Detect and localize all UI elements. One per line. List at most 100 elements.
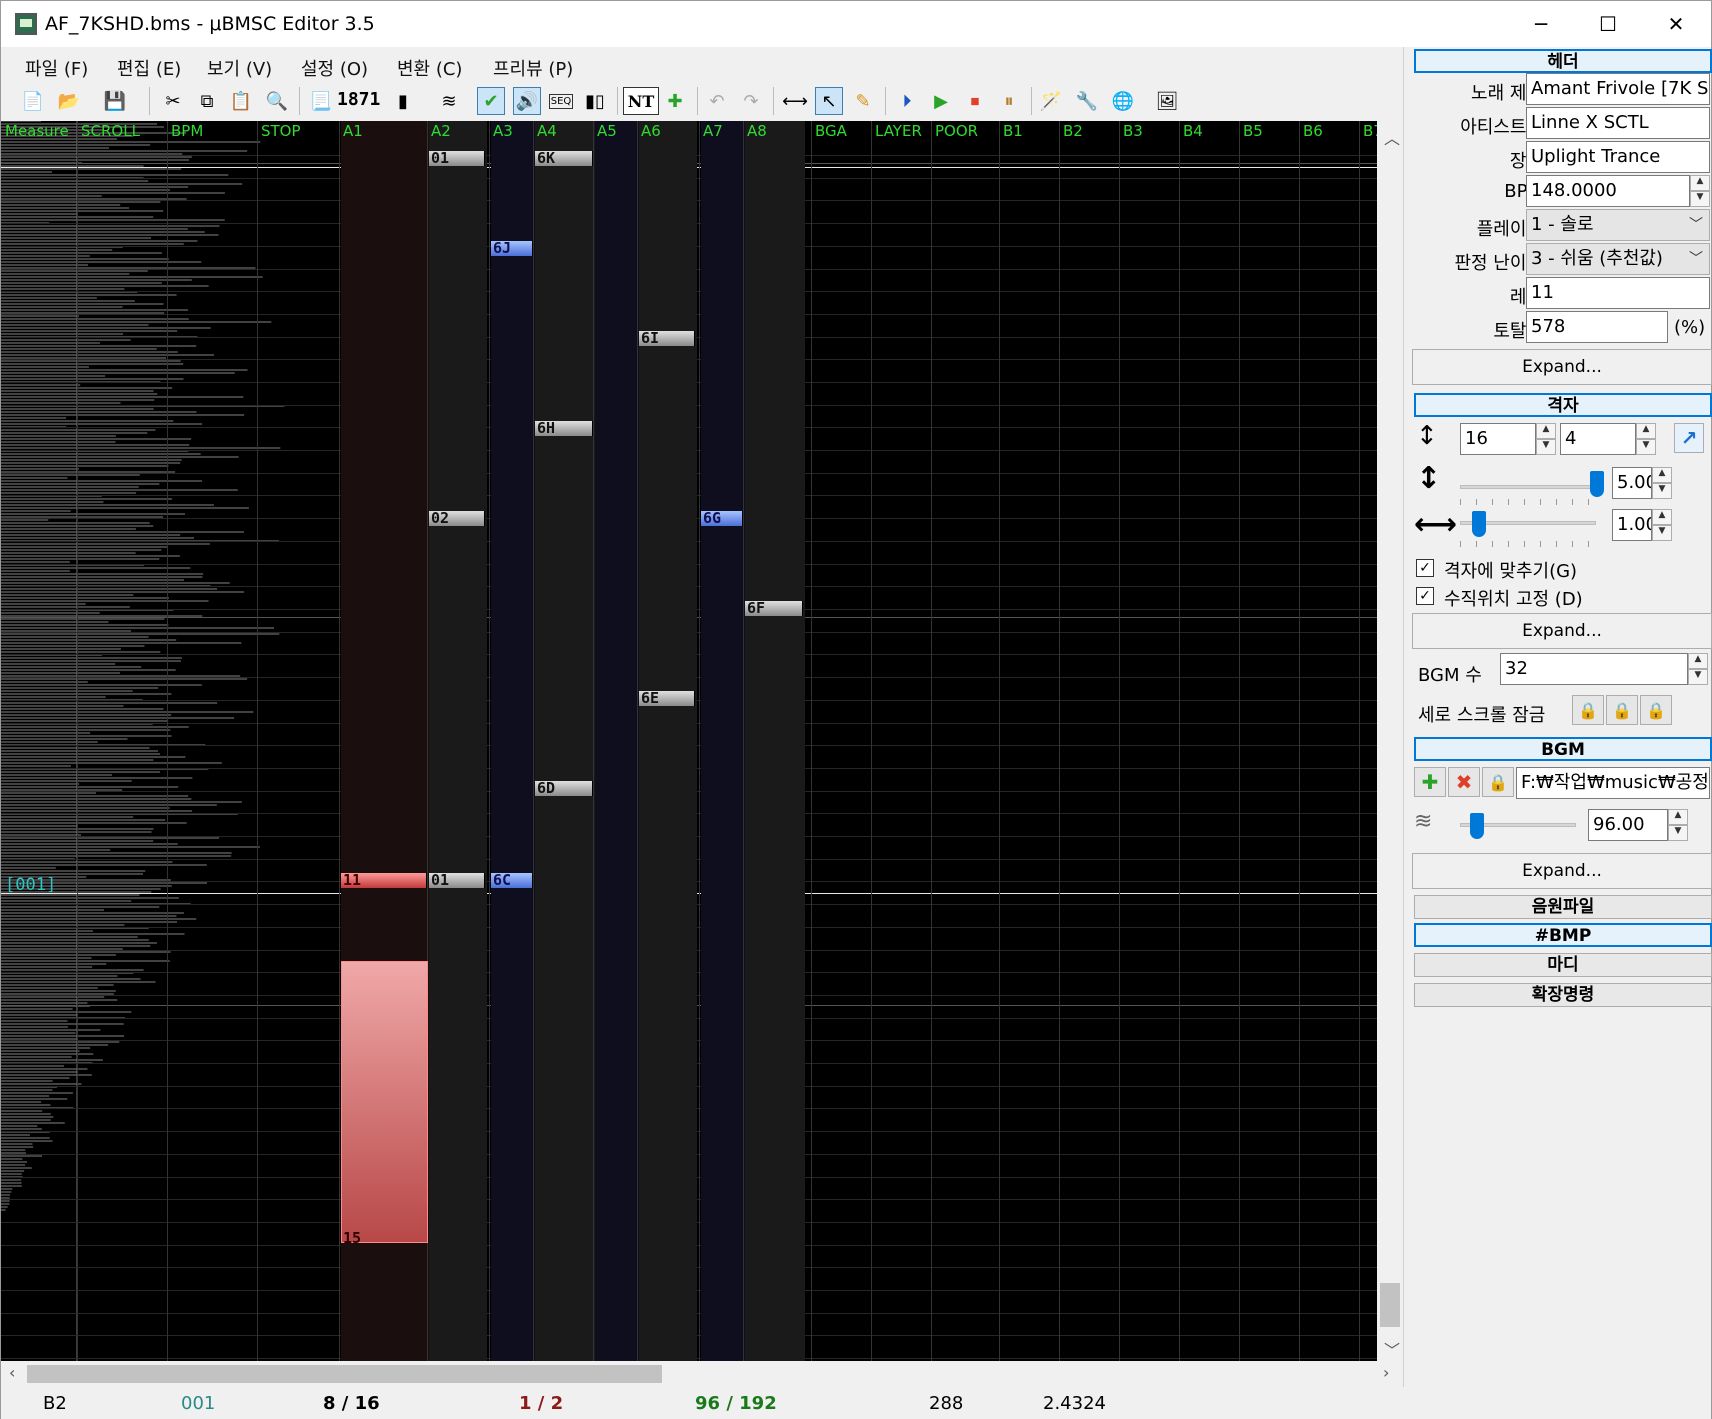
- new-file-icon[interactable]: 📄: [19, 87, 47, 115]
- judge-select[interactable]: 3 - 쉬움 (추천값) ﹀: [1526, 243, 1710, 275]
- copy-icon[interactable]: ⧉: [193, 87, 221, 115]
- menu-edit[interactable]: 편집 (E): [117, 55, 181, 81]
- close-button[interactable]: ✕: [1641, 1, 1711, 47]
- wrench-icon[interactable]: 🔧: [1073, 87, 1101, 115]
- grid-expand-button[interactable]: Expand...: [1412, 613, 1712, 649]
- note-a4[interactable]: 6D: [535, 781, 593, 796]
- scroll-left-icon[interactable]: ‹: [9, 1363, 15, 1382]
- note-a4[interactable]: 6H: [535, 421, 593, 436]
- grid-division-up-icon[interactable]: ▲: [1536, 423, 1556, 439]
- check-icon[interactable]: ✔: [477, 87, 505, 115]
- grid-section-toggle[interactable]: 격자: [1414, 393, 1712, 417]
- redo-icon[interactable]: ↷: [737, 87, 765, 115]
- note-a6[interactable]: 6I: [639, 331, 695, 346]
- nt-toggle-button[interactable]: NT: [623, 87, 659, 115]
- vertical-zoom-thumb[interactable]: [1590, 471, 1604, 497]
- bgm-path-field[interactable]: F:₩작업₩music₩공정: [1516, 767, 1710, 799]
- auto-icon[interactable]: ≋: [435, 87, 463, 115]
- apply-grid-icon[interactable]: ↗: [1674, 423, 1704, 453]
- genre-field[interactable]: Uplight Trance: [1526, 141, 1710, 173]
- stop-icon[interactable]: ⏹: [961, 87, 989, 115]
- column-select-icon[interactable]: ▮: [389, 87, 417, 115]
- play-icon[interactable]: ▶: [927, 87, 955, 115]
- lock-icon[interactable]: 🔒: [1606, 695, 1638, 725]
- note-a3[interactable]: 6J: [491, 241, 533, 256]
- note-a1[interactable]: 11: [341, 873, 427, 888]
- horizontal-zoom-down-icon[interactable]: ▼: [1652, 525, 1672, 541]
- bgm-volume-up-icon[interactable]: ▲: [1668, 809, 1688, 825]
- seq-icon[interactable]: SEQ: [547, 87, 575, 115]
- grid-division-down-icon[interactable]: ▼: [1536, 439, 1556, 455]
- cut-icon[interactable]: ✂: [159, 87, 187, 115]
- bgm-volume-field[interactable]: 96.00: [1588, 809, 1668, 841]
- bpm-spin-down-icon[interactable]: ▼: [1690, 191, 1710, 207]
- preview-settings-icon[interactable]: ⏸: [995, 87, 1023, 115]
- undo-icon[interactable]: ↶: [703, 87, 731, 115]
- page-icon[interactable]: 📃: [307, 87, 335, 115]
- image-icon[interactable]: 🖼: [1153, 87, 1181, 115]
- note-a2[interactable]: 01: [429, 873, 485, 888]
- menu-settings[interactable]: 설정 (O): [301, 55, 368, 81]
- menu-convert[interactable]: 변환 (C): [397, 55, 462, 81]
- grid-subdivision-field[interactable]: 4: [1560, 423, 1636, 455]
- save-icon[interactable]: 💾: [101, 87, 129, 115]
- bpm-field[interactable]: 148.0000: [1526, 175, 1690, 207]
- vertical-scroll-thumb[interactable]: [1380, 1283, 1400, 1327]
- lock-icon[interactable]: 🔒: [1482, 767, 1514, 797]
- note-a8[interactable]: 6F: [745, 601, 803, 616]
- menu-preview[interactable]: 프리뷰 (P): [493, 55, 573, 81]
- select-cursor-icon[interactable]: ↖: [815, 87, 843, 115]
- scroll-right-icon[interactable]: ›: [1383, 1363, 1389, 1382]
- horizontal-zoom-field[interactable]: 1.00: [1612, 509, 1652, 541]
- note-a6[interactable]: 6E: [639, 691, 695, 706]
- bgm-count-up-icon[interactable]: ▲: [1688, 653, 1708, 669]
- note-a3[interactable]: 6C: [491, 873, 533, 888]
- maximize-button[interactable]: ☐: [1573, 1, 1643, 47]
- extension-section-toggle[interactable]: 확장명령: [1414, 983, 1712, 1007]
- lock-icon[interactable]: 🔒: [1640, 695, 1672, 725]
- open-folder-icon[interactable]: 📂: [55, 87, 83, 115]
- play-from-start-icon[interactable]: ⏵: [893, 87, 921, 115]
- player-select[interactable]: 1 - 솔로 ﹀: [1526, 209, 1710, 241]
- vertical-lock-checkbox[interactable]: ✓: [1416, 587, 1434, 605]
- sound-files-section-toggle[interactable]: 음원파일: [1414, 895, 1712, 919]
- delete-icon[interactable]: ✖: [1448, 767, 1480, 797]
- note-a2[interactable]: 02: [429, 511, 485, 526]
- vertical-zoom-down-icon[interactable]: ▼: [1652, 483, 1672, 499]
- note-a2[interactable]: 01: [429, 151, 485, 166]
- menu-file[interactable]: 파일 (F): [25, 55, 88, 81]
- add-icon[interactable]: ✚: [1414, 767, 1446, 797]
- bgm-volume-down-icon[interactable]: ▼: [1668, 825, 1688, 841]
- bgm-count-down-icon[interactable]: ▼: [1688, 669, 1708, 685]
- wand-icon[interactable]: 🪄: [1037, 87, 1065, 115]
- bgm-volume-thumb[interactable]: [1470, 813, 1484, 839]
- globe-icon[interactable]: 🌐: [1109, 87, 1137, 115]
- bgm-section-toggle[interactable]: BGM: [1414, 737, 1712, 761]
- horizontal-zoom-up-icon[interactable]: ▲: [1652, 509, 1672, 525]
- bgm-expand-button[interactable]: Expand...: [1412, 853, 1712, 889]
- chart-editor-canvas[interactable]: Measure SCROLL BPM STOP A1 A2 A3 A4 A5 A6 A7 A8 BGA L…: [1, 121, 1377, 1361]
- bgm-count-field[interactable]: 32: [1500, 653, 1688, 685]
- bar-icon[interactable]: ▮▯: [581, 87, 609, 115]
- sound-icon[interactable]: 🔊: [513, 87, 541, 115]
- horizontal-zoom-thumb[interactable]: [1472, 511, 1486, 537]
- note-a7[interactable]: 6G: [701, 511, 743, 526]
- measure-section-toggle[interactable]: 마디: [1414, 953, 1712, 977]
- grid-subdivision-down-icon[interactable]: ▼: [1636, 439, 1656, 455]
- vertical-scrollbar[interactable]: ︿ ﹀: [1377, 121, 1403, 1361]
- total-field[interactable]: 578: [1526, 311, 1668, 343]
- long-note[interactable]: [341, 961, 428, 1243]
- menu-view[interactable]: 보기 (V): [207, 55, 272, 81]
- vertical-zoom-field[interactable]: 5.00: [1612, 467, 1652, 499]
- note-a4[interactable]: 6K: [535, 151, 593, 166]
- bpm-spin-up-icon[interactable]: ▲: [1690, 175, 1710, 191]
- time-select-icon[interactable]: ⟷: [781, 87, 809, 115]
- horizontal-scrollbar[interactable]: ‹ ›: [1, 1361, 1403, 1387]
- bmp-section-toggle[interactable]: #BMP: [1414, 923, 1712, 947]
- scroll-up-icon[interactable]: ︿: [1384, 125, 1400, 149]
- paste-icon[interactable]: 📋: [227, 87, 255, 115]
- vertical-zoom-track[interactable]: [1460, 485, 1596, 489]
- snap-to-grid-checkbox[interactable]: ✓: [1416, 559, 1434, 577]
- header-expand-button[interactable]: Expand...: [1412, 349, 1712, 385]
- scroll-down-icon[interactable]: ﹀: [1384, 1337, 1400, 1361]
